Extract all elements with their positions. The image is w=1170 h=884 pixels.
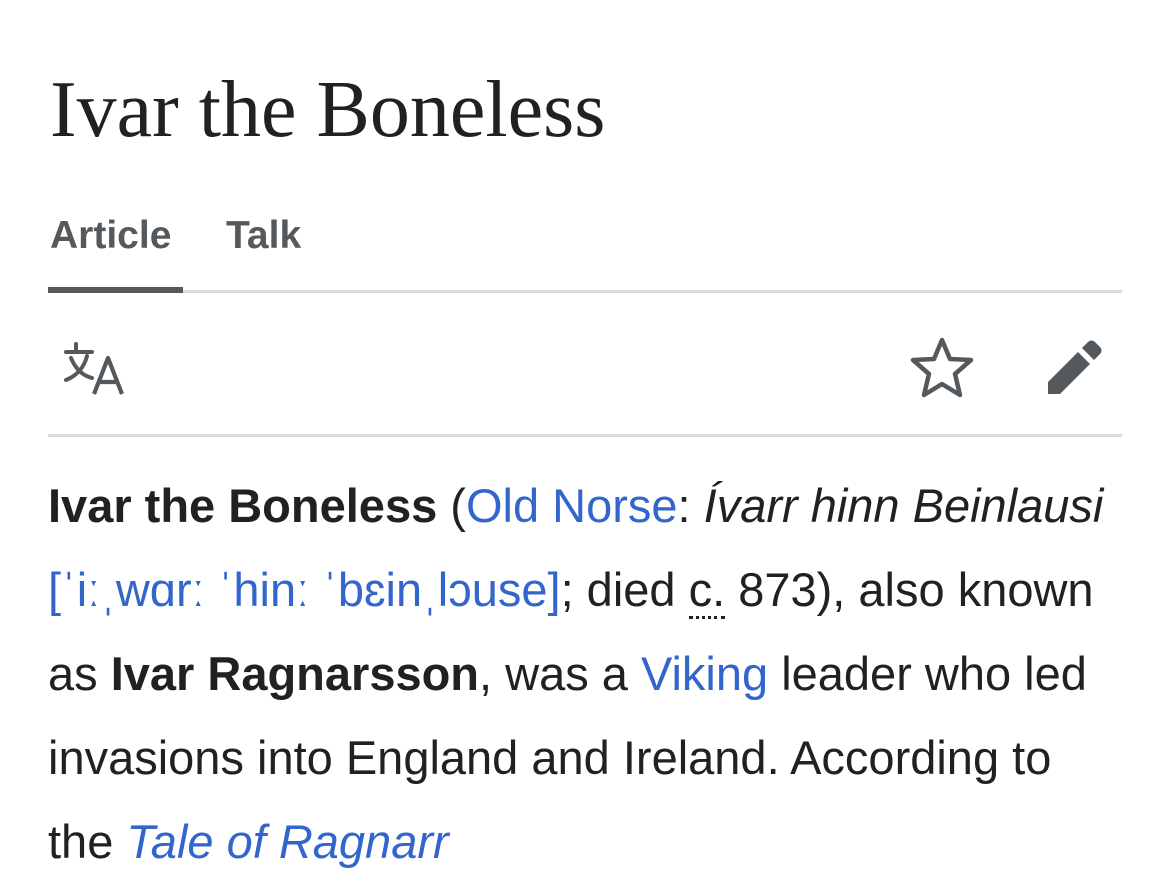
tab-talk[interactable]: Talk <box>226 206 301 290</box>
lead-text: ; died <box>560 563 689 616</box>
tale-of-ragnarr-link[interactable]: Tale of Ragnarr <box>126 815 448 868</box>
translate-icon <box>64 342 124 395</box>
namespace-tabs: Article Talk <box>48 206 1122 293</box>
alternate-name: Ivar Ragnarsson <box>110 647 480 700</box>
circa-abbreviation[interactable]: c. <box>688 563 726 619</box>
page-title: Ivar the Boneless <box>50 66 606 154</box>
language-button[interactable] <box>58 328 138 408</box>
page-actions-toolbar <box>48 292 1122 437</box>
edit-button[interactable] <box>1034 328 1114 408</box>
article-subject: Ivar the Boneless <box>48 479 438 532</box>
lead-text: : <box>677 479 704 532</box>
lead-text: ( <box>437 479 466 532</box>
tale-of-ragnarr-title: Tale of Ragnarr <box>126 815 449 868</box>
article-lead: Ivar the Boneless (Old Norse: Ívarr hinn… <box>48 464 1122 884</box>
native-name: Ívarr hinn Beinlausi <box>703 479 1104 532</box>
ipa-pronunciation-link[interactable]: [ˈiːˌwɑrː ˈhinː ˈbɛinˌlɔuse] <box>48 563 561 616</box>
watch-button[interactable] <box>902 328 982 408</box>
tab-article[interactable]: Article <box>50 206 171 290</box>
lead-paragraph: Ivar the Boneless (Old Norse: Ívarr hinn… <box>48 464 1122 884</box>
star-outline-icon <box>910 337 974 398</box>
lead-text: , was a <box>479 647 641 700</box>
old-norse-link[interactable]: Old Norse <box>466 479 678 532</box>
article-page: Ivar the Boneless Article Talk Ivar the … <box>48 0 1122 884</box>
pencil-icon <box>1048 340 1102 394</box>
viking-link[interactable]: Viking <box>641 647 768 700</box>
